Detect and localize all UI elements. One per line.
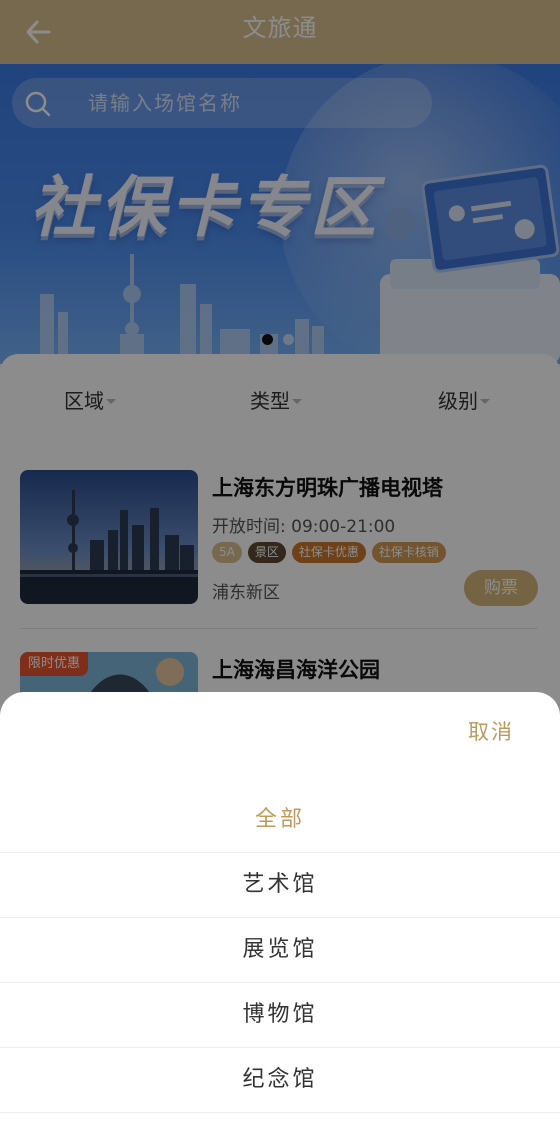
option-museum[interactable]: 博物馆 (0, 983, 560, 1048)
option-memorial-hall[interactable]: 纪念馆 (0, 1048, 560, 1113)
type-picker-sheet: 取消 全部 艺术馆 展览馆 博物馆 纪念馆 (0, 692, 560, 1142)
cancel-button[interactable]: 取消 (468, 716, 514, 746)
option-exhibition-hall[interactable]: 展览馆 (0, 918, 560, 983)
option-all[interactable]: 全部 (0, 788, 560, 853)
option-art-gallery[interactable]: 艺术馆 (0, 853, 560, 918)
type-options-list: 全部 艺术馆 展览馆 博物馆 纪念馆 (0, 788, 560, 1113)
